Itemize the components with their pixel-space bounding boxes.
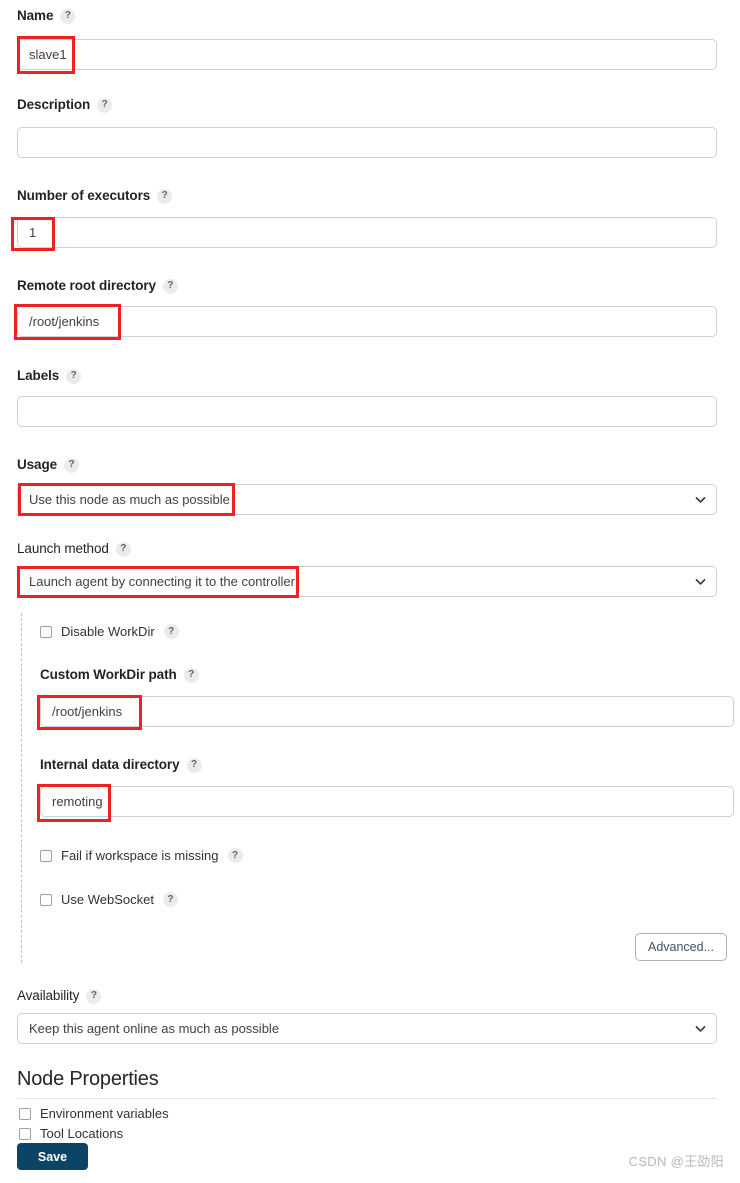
field-label-description: Description ? — [17, 97, 723, 113]
field-label-availability: Availability ? — [17, 988, 723, 1004]
executors-input[interactable]: 1 — [17, 217, 717, 248]
usage-select-wrap: Use this node as much as possible — [17, 484, 717, 515]
field-label-executors-text: Number of executors — [17, 188, 151, 203]
availability-select-wrap: Keep this agent online as much as possib… — [17, 1013, 717, 1044]
internal-data-dir-input[interactable]: remoting — [40, 786, 734, 817]
node-properties-section: Node Properties — [17, 1068, 717, 1099]
help-icon[interactable]: ? — [227, 848, 243, 863]
help-icon[interactable]: ? — [86, 988, 102, 1004]
checkbox-disable-workdir[interactable] — [40, 625, 52, 638]
help-icon[interactable]: ? — [183, 667, 199, 683]
checkbox-row-tool-locations[interactable]: Tool Locations — [19, 1126, 123, 1141]
description-input[interactable] — [17, 127, 717, 158]
help-icon[interactable]: ? — [157, 188, 173, 204]
field-executors: Number of executors ? — [17, 188, 723, 204]
field-remote-root: Remote root directory ? — [17, 278, 723, 294]
field-internal-data-dir: Internal data directory ? — [40, 757, 202, 773]
field-label-internal-data-dir: Internal data directory ? — [40, 757, 202, 773]
checkbox-label-fail-if-missing: Fail if workspace is missing — [61, 848, 219, 863]
name-input-wrap: slave1 — [17, 39, 717, 70]
field-name: Name ? — [17, 8, 723, 24]
launch-method-select-wrap: Launch agent by connecting it to the con… — [17, 566, 717, 597]
help-icon[interactable]: ? — [162, 892, 178, 907]
field-availability: Availability ? — [17, 988, 723, 1004]
name-input[interactable]: slave1 — [17, 39, 717, 70]
help-icon[interactable]: ? — [97, 97, 113, 113]
checkbox-use-websocket[interactable] — [40, 893, 52, 906]
custom-workdir-input-wrap: /root/jenkins — [40, 696, 734, 727]
field-label-usage-text: Usage — [17, 457, 58, 472]
field-label-labels-text: Labels — [17, 368, 60, 383]
help-icon[interactable]: ? — [115, 541, 131, 557]
field-label-remote-root-text: Remote root directory — [17, 278, 156, 293]
save-button[interactable]: Save — [17, 1143, 88, 1170]
checkbox-row-fail-if-missing[interactable]: Fail if workspace is missing ? — [40, 848, 243, 863]
custom-workdir-input[interactable]: /root/jenkins — [40, 696, 734, 727]
section-divider — [17, 1098, 717, 1099]
field-label-custom-workdir-text: Custom WorkDir path — [40, 667, 177, 682]
checkbox-label-use-websocket: Use WebSocket — [61, 892, 154, 907]
field-label-internal-data-dir-text: Internal data directory — [40, 757, 180, 772]
node-configuration-form: Name ? slave1 Description ? Number of ex… — [0, 0, 740, 1183]
checkbox-label-environment-variables: Environment variables — [40, 1106, 169, 1121]
labels-input-wrap — [17, 396, 717, 427]
remote-root-input-wrap: /root/jenkins — [17, 306, 717, 337]
field-custom-workdir: Custom WorkDir path ? — [40, 667, 199, 683]
checkbox-row-environment-variables[interactable]: Environment variables — [19, 1106, 169, 1121]
node-properties-heading: Node Properties — [17, 1068, 159, 1090]
internal-data-dir-input-wrap: remoting — [40, 786, 734, 817]
field-launch-method: Launch method ? — [17, 541, 723, 557]
launch-method-options-panel: Disable WorkDir ? Custom WorkDir path ? … — [21, 613, 734, 963]
watermark: CSDN @王劭阳 — [628, 1154, 724, 1169]
checkbox-label-tool-locations: Tool Locations — [40, 1126, 124, 1141]
checkbox-tool-locations[interactable] — [19, 1127, 31, 1140]
help-icon[interactable]: ? — [162, 278, 178, 294]
help-icon[interactable]: ? — [163, 624, 179, 639]
help-icon[interactable]: ? — [66, 368, 82, 384]
field-label-remote-root: Remote root directory ? — [17, 278, 723, 294]
field-label-custom-workdir: Custom WorkDir path ? — [40, 667, 199, 683]
availability-select[interactable]: Keep this agent online as much as possib… — [17, 1013, 717, 1044]
field-label-availability-text: Availability — [17, 988, 80, 1003]
field-usage: Usage ? — [17, 457, 723, 473]
field-label-name-text: Name — [17, 8, 54, 23]
field-description: Description ? — [17, 97, 723, 113]
field-labels: Labels ? — [17, 368, 723, 384]
usage-select[interactable]: Use this node as much as possible — [17, 484, 717, 515]
checkbox-environment-variables[interactable] — [19, 1107, 31, 1120]
checkbox-row-disable-workdir[interactable]: Disable WorkDir ? — [40, 624, 179, 639]
checkbox-fail-if-missing[interactable] — [40, 849, 52, 862]
description-input-wrap — [17, 127, 717, 158]
launch-method-select[interactable]: Launch agent by connecting it to the con… — [17, 566, 717, 597]
field-label-labels: Labels ? — [17, 368, 723, 384]
save-button-wrap: Save — [17, 1143, 88, 1170]
executors-input-wrap: 1 — [17, 217, 717, 248]
field-label-description-text: Description — [17, 97, 91, 112]
remote-root-input[interactable]: /root/jenkins — [17, 306, 717, 337]
help-icon[interactable]: ? — [60, 8, 76, 24]
field-label-launch-method-text: Launch method — [17, 541, 109, 556]
help-icon[interactable]: ? — [186, 757, 202, 773]
field-label-launch-method: Launch method ? — [17, 541, 723, 557]
checkbox-label-disable-workdir: Disable WorkDir — [61, 624, 155, 639]
field-label-executors: Number of executors ? — [17, 188, 723, 204]
help-icon[interactable]: ? — [64, 457, 80, 473]
field-label-usage: Usage ? — [17, 457, 723, 473]
checkbox-row-use-websocket[interactable]: Use WebSocket ? — [40, 892, 178, 907]
labels-input[interactable] — [17, 396, 717, 427]
advanced-button[interactable]: Advanced... — [635, 933, 727, 961]
field-label-name: Name ? — [17, 8, 723, 24]
